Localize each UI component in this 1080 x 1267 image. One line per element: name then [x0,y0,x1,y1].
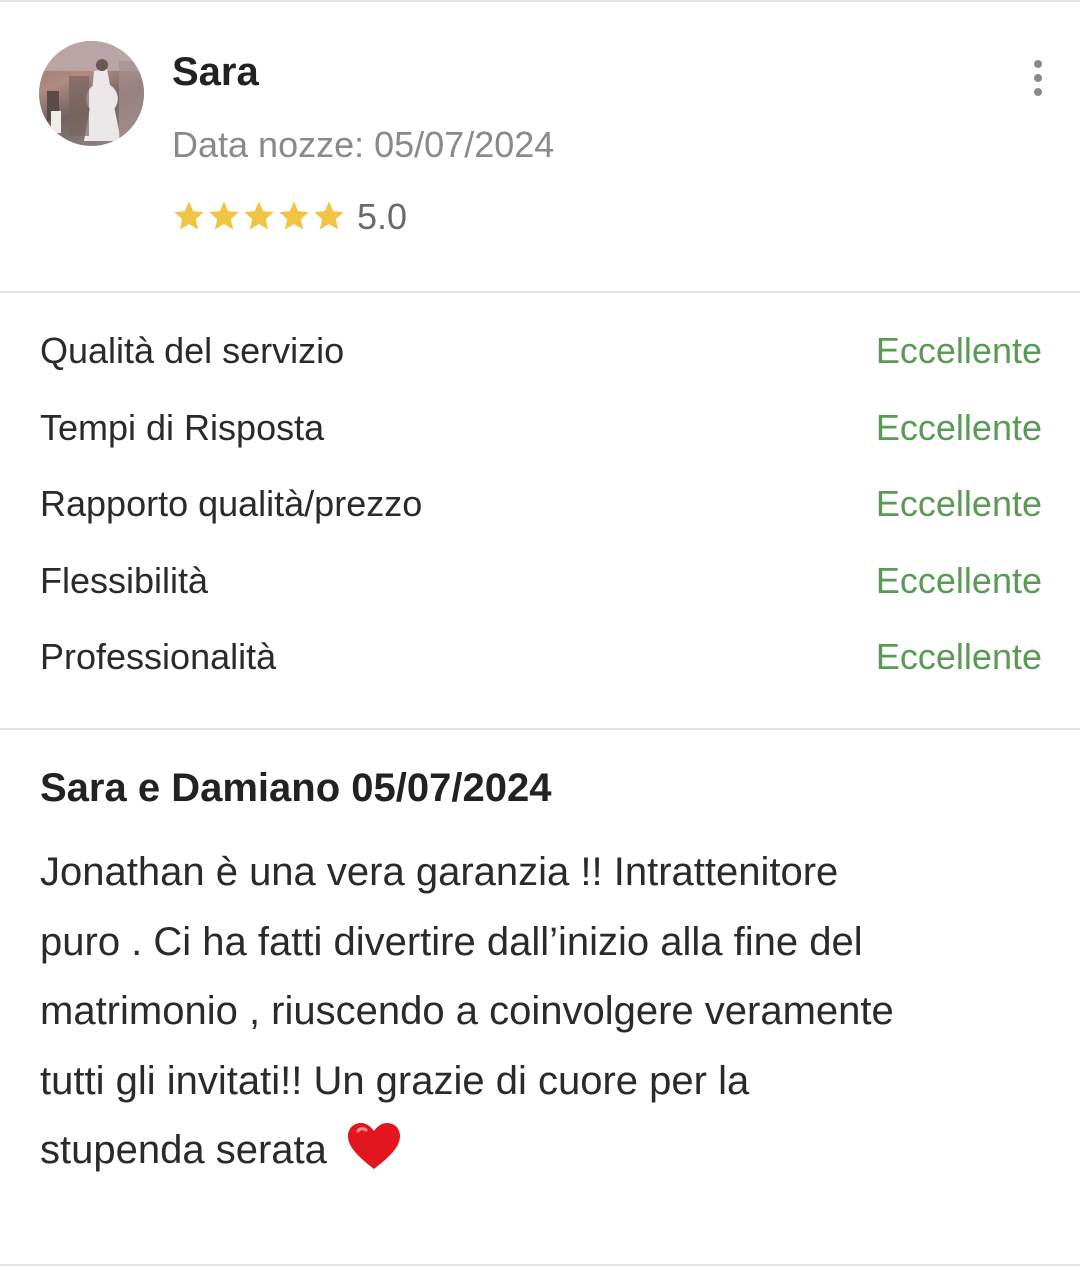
rating-row: Flessibilità Eccellente [40,560,1042,637]
rating-value: Eccellente [875,483,1042,524]
divider [0,291,1080,293]
star-icon [244,201,274,230]
divider [0,1264,1080,1266]
divider [0,728,1080,730]
review-title: Sara e Damiano 05/07/2024 [40,766,552,810]
rating-label: Tempi di Risposta [40,406,325,448]
heart-emoji-icon [346,1121,402,1194]
star-rating [172,196,347,236]
star-icon [314,201,344,230]
menu-dot [1034,60,1042,68]
rating-label: Rapporto qualità/prezzo [40,483,423,524]
wedding-date: Data nozze: 05/07/2024 [172,124,555,165]
star-icon [174,201,204,230]
review-line: tutti gli invitati!! Un grazie di cuore … [40,1058,750,1103]
review-line: matrimonio , riuscendo a coinvolgere ver… [40,989,894,1033]
rating-label: Professionalità [40,636,277,677]
rating-label: Qualità del servizio [40,330,345,371]
more-vertical-icon[interactable] [1016,56,1060,100]
author-name: Sara [172,50,259,94]
review-line-last: stupenda serata [40,1116,1040,1194]
avatar-photo-icon [39,41,144,141]
avatar[interactable] [39,41,144,146]
review-body: Jonathan è una vera garanzia !! Intratte… [40,838,1040,1194]
review-line: puro . Ci ha fatti divertire dall’inizio… [40,919,863,964]
menu-dot [1034,88,1042,96]
rating-row: Rapporto qualità/prezzo Eccellente [40,483,1042,560]
rating-value: Eccellente [875,559,1042,601]
menu-dot [1034,74,1042,82]
ratings-list: Qualità del servizio Eccellente Tempi di… [40,330,1042,713]
rating-value: Eccellente [875,636,1042,677]
rating-row: Professionalità Eccellente [40,636,1042,713]
rating-value: Eccellente [875,406,1042,448]
star-icon [209,201,239,230]
review-line: Jonathan è una vera garanzia !! Intratte… [40,850,839,894]
rating-row: Qualità del servizio Eccellente [40,330,1042,407]
review-header: Sara Data nozze: 05/07/2024 5.0 [0,0,1080,292]
rating-score: 5.0 [357,196,408,237]
review-line: stupenda serata [40,1128,327,1172]
rating-value: Eccellente [875,330,1042,371]
rating-label: Flessibilità [40,559,209,601]
star-icon [279,201,309,230]
rating-row: Tempi di Risposta Eccellente [40,407,1042,484]
